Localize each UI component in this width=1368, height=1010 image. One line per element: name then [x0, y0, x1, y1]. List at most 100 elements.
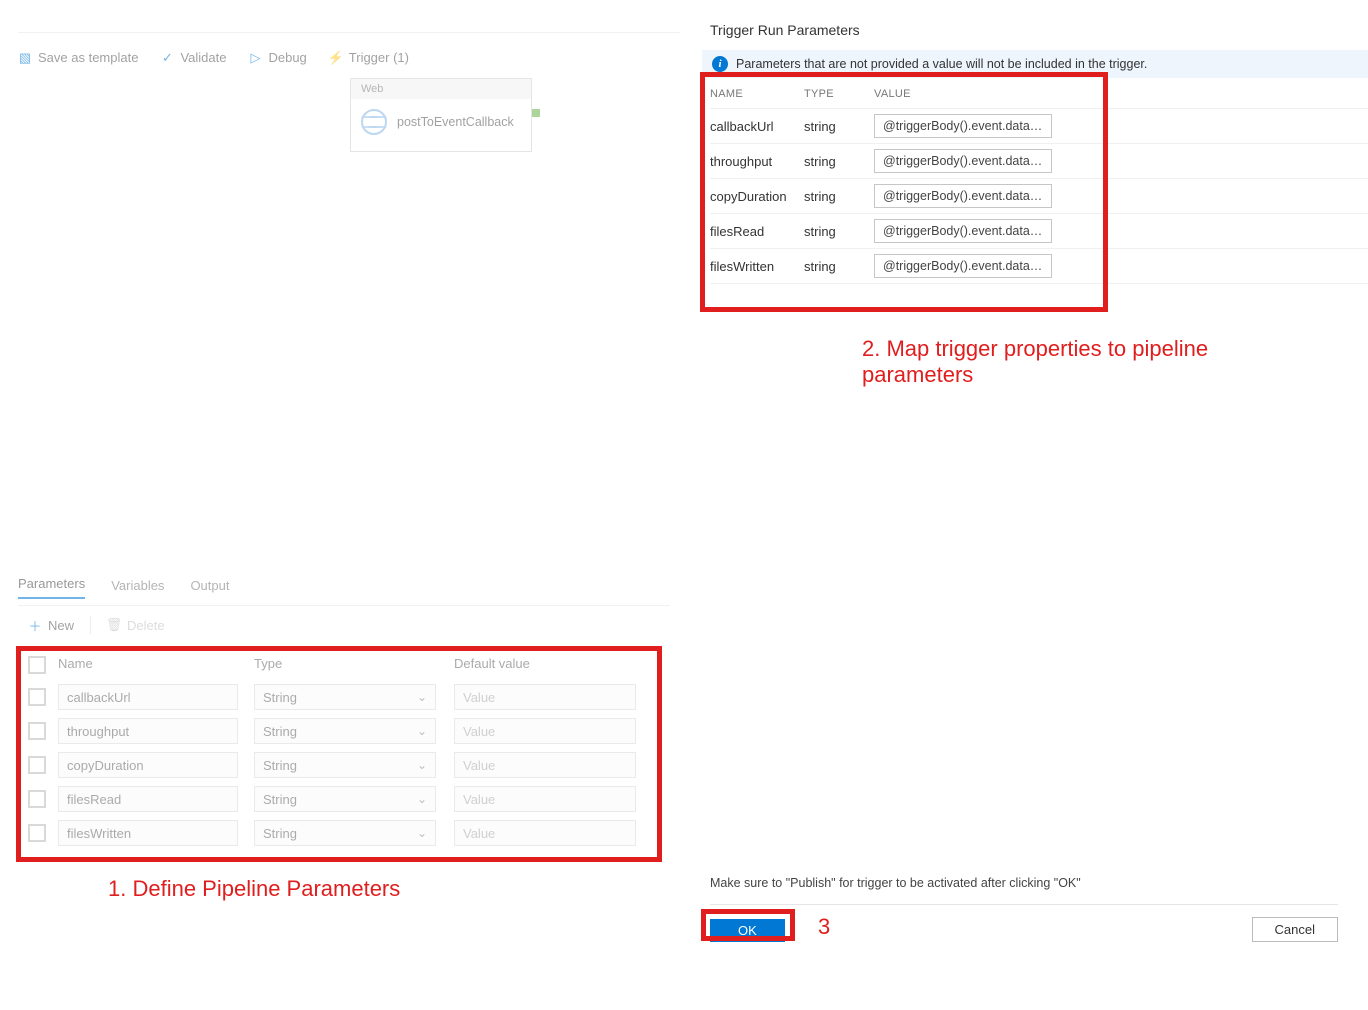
param-name-input[interactable]	[58, 684, 238, 710]
parameter-row: String⌄	[28, 684, 652, 710]
parameter-row: String⌄	[28, 786, 652, 812]
select-all-checkbox[interactable]	[28, 656, 46, 674]
trigger-param-row: throughput string	[710, 144, 1368, 179]
param-type-select[interactable]: String⌄	[254, 786, 436, 812]
param-default-input[interactable]	[454, 684, 636, 710]
annotation-text-2: 2. Map trigger properties to pipeline pa…	[862, 336, 1212, 388]
tab-output[interactable]: Output	[190, 578, 229, 599]
param-name-input[interactable]	[58, 718, 238, 744]
param-name-input[interactable]	[58, 820, 238, 846]
trigger-run-parameters-panel: Trigger Run Parameters i Parameters that…	[680, 0, 1368, 1010]
parameter-row: String⌄	[28, 752, 652, 778]
info-banner: i Parameters that are not provided a val…	[702, 50, 1368, 78]
row-checkbox[interactable]	[28, 722, 46, 740]
param-type-select[interactable]: String⌄	[254, 752, 436, 778]
parameters-toolbar: ＋ New 🗑 Delete	[28, 616, 165, 634]
validate-label: Validate	[180, 50, 226, 65]
activity-type-label: Web	[351, 79, 531, 99]
header-default: Default value	[454, 656, 644, 674]
trig-header-name: NAME	[710, 88, 804, 100]
param-default-input[interactable]	[454, 718, 636, 744]
save-as-template-button[interactable]: ▧ Save as template	[18, 50, 138, 65]
param-default-input[interactable]	[454, 820, 636, 846]
parameter-row: String⌄	[28, 718, 652, 744]
trigger-param-type: string	[804, 154, 874, 169]
activity-output-connector[interactable]	[532, 109, 540, 117]
trigger-param-type: string	[804, 259, 874, 274]
trigger-param-value-input[interactable]	[874, 114, 1052, 138]
validate-button[interactable]: ✓ Validate	[160, 50, 226, 65]
tab-parameters[interactable]: Parameters	[18, 576, 85, 599]
globe-icon	[361, 109, 387, 135]
trigger-param-row: filesRead string	[710, 214, 1368, 249]
trigger-button[interactable]: ⚡ Trigger (1)	[329, 50, 409, 65]
trig-header-value: VALUE	[874, 88, 1368, 100]
row-checkbox[interactable]	[28, 756, 46, 774]
trigger-param-type: string	[804, 119, 874, 134]
row-checkbox[interactable]	[28, 688, 46, 706]
bolt-icon: ⚡	[329, 51, 343, 65]
chevron-down-icon: ⌄	[417, 826, 427, 840]
param-default-input[interactable]	[454, 786, 636, 812]
trigger-param-value-input[interactable]	[874, 149, 1052, 173]
chevron-down-icon: ⌄	[417, 792, 427, 806]
annotation-text-3: 3	[818, 914, 830, 940]
param-type-select[interactable]: String⌄	[254, 718, 436, 744]
trigger-param-type: string	[804, 224, 874, 239]
param-name-input[interactable]	[58, 752, 238, 778]
annotation-text-1: 1. Define Pipeline Parameters	[108, 876, 400, 902]
new-parameter-button[interactable]: ＋ New	[28, 618, 74, 633]
new-label: New	[48, 618, 74, 633]
tab-variables[interactable]: Variables	[111, 578, 164, 599]
chevron-down-icon: ⌄	[417, 758, 427, 772]
trigger-label: Trigger (1)	[349, 50, 409, 65]
cancel-button[interactable]: Cancel	[1252, 917, 1338, 942]
trigger-params-table: NAME TYPE VALUE callbackUrl string throu…	[710, 80, 1368, 284]
info-banner-text: Parameters that are not provided a value…	[736, 57, 1147, 71]
trigger-param-row: filesWritten string	[710, 249, 1368, 284]
trigger-param-value-input[interactable]	[874, 184, 1052, 208]
param-type-select[interactable]: String⌄	[254, 684, 436, 710]
trigger-param-type: string	[804, 189, 874, 204]
info-icon: i	[712, 56, 728, 72]
header-type: Type	[254, 656, 454, 674]
param-type-select[interactable]: String⌄	[254, 820, 436, 846]
delete-label: Delete	[127, 618, 165, 633]
plus-icon: ＋	[28, 618, 42, 632]
param-default-input[interactable]	[454, 752, 636, 778]
delete-parameter-button[interactable]: 🗑 Delete	[107, 618, 165, 633]
trigger-param-row: copyDuration string	[710, 179, 1368, 214]
param-name-input[interactable]	[58, 786, 238, 812]
debug-button[interactable]: ▷ Debug	[248, 50, 306, 65]
trigger-param-name: copyDuration	[710, 189, 804, 204]
trigger-param-name: callbackUrl	[710, 119, 804, 134]
trig-header-type: TYPE	[804, 88, 874, 100]
panel-title: Trigger Run Parameters	[710, 22, 860, 38]
ok-button[interactable]: OK	[710, 919, 785, 942]
trigger-param-name: filesRead	[710, 224, 804, 239]
header-name: Name	[58, 656, 254, 674]
template-icon: ▧	[18, 51, 32, 65]
chevron-down-icon: ⌄	[417, 724, 427, 738]
check-icon: ✓	[160, 51, 174, 65]
parameters-table: Name Type Default value String⌄ String⌄ …	[28, 656, 652, 854]
pipeline-canvas-pane: ▧ Save as template ✓ Validate ▷ Debug ⚡ …	[0, 0, 680, 1010]
web-activity-node[interactable]: Web postToEventCallback	[350, 78, 532, 152]
panel-footer: OK	[710, 904, 1338, 942]
save-as-template-label: Save as template	[38, 50, 138, 65]
activity-name: postToEventCallback	[397, 115, 514, 129]
pipeline-bottom-tabs: Parameters Variables Output	[18, 570, 670, 606]
trigger-param-row: callbackUrl string	[710, 109, 1368, 144]
trigger-param-name: throughput	[710, 154, 804, 169]
row-checkbox[interactable]	[28, 824, 46, 842]
publish-note: Make sure to "Publish" for trigger to be…	[710, 876, 1081, 890]
parameter-row: String⌄	[28, 820, 652, 846]
trash-icon: 🗑	[107, 618, 121, 632]
trigger-param-value-input[interactable]	[874, 254, 1052, 278]
row-checkbox[interactable]	[28, 790, 46, 808]
pipeline-toolbar: ▧ Save as template ✓ Validate ▷ Debug ⚡ …	[18, 32, 680, 68]
play-icon: ▷	[248, 51, 262, 65]
chevron-down-icon: ⌄	[417, 690, 427, 704]
toolbar-separator	[90, 616, 91, 634]
trigger-param-value-input[interactable]	[874, 219, 1052, 243]
